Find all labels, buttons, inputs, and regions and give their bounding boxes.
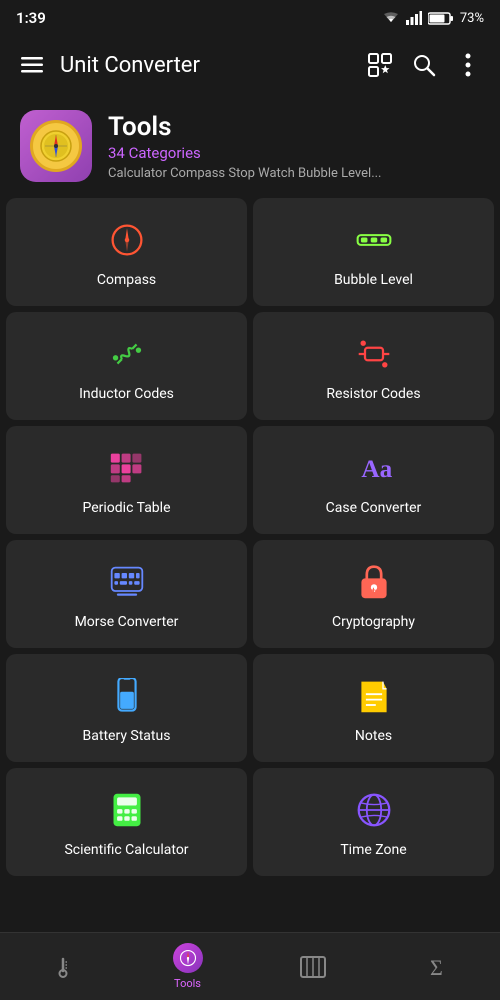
compass-nav-icon (179, 949, 197, 967)
bottom-nav: Tools Σ (0, 932, 500, 1000)
more-icon (465, 53, 471, 77)
thermometer-icon (51, 955, 75, 979)
nav-item-library[interactable] (250, 933, 375, 1000)
grid-item-morse-converter[interactable]: Morse Converter (6, 540, 247, 648)
header-subtitle: 34 Categories (108, 144, 382, 162)
header-text: Tools 34 Categories Calculator Compass S… (108, 112, 382, 181)
app-bar-title: Unit Converter (60, 53, 360, 78)
status-bar: 1:39 73% (0, 0, 500, 36)
status-icons: 73% (382, 11, 484, 26)
signal-icon (406, 11, 422, 25)
time-zone-label: Time Zone (340, 842, 406, 858)
inductor-codes-label: Inductor Codes (79, 386, 174, 402)
app-bar-actions (360, 45, 488, 85)
compass-large-icon (39, 129, 73, 163)
battery-level: 73% (460, 11, 484, 26)
periodic-table-label: Periodic Table (82, 500, 170, 516)
grid-item-inductor-codes[interactable]: Inductor Codes (6, 312, 247, 420)
grid-item-periodic-table[interactable]: Periodic Table (6, 426, 247, 534)
grid-item-compass[interactable]: Compass (6, 198, 247, 306)
nav-item-temperature[interactable] (0, 933, 125, 1000)
search-icon (412, 53, 436, 77)
tools-icon-wrap (20, 110, 92, 182)
notes-icon (352, 674, 396, 718)
tools-icon-inner (30, 120, 82, 172)
scientific-calculator-icon (105, 788, 149, 832)
compass-label: Compass (97, 272, 156, 288)
inductor-codes-icon (105, 332, 149, 376)
svg-text:Aa: Aa (361, 456, 392, 483)
grid-item-case-converter[interactable]: Aa Case Converter (253, 426, 494, 534)
more-button[interactable] (448, 45, 488, 85)
grid-item-battery-status[interactable]: Battery Status (6, 654, 247, 762)
header-title: Tools (108, 112, 382, 142)
grid-item-time-zone[interactable]: Time Zone (253, 768, 494, 876)
grid-item-notes[interactable]: Notes (253, 654, 494, 762)
svg-text:+: + (371, 585, 376, 595)
bubble-level-icon (352, 218, 396, 262)
battery-status-label: Battery Status (83, 728, 171, 744)
svg-text:Σ: Σ (430, 955, 443, 979)
nav-label-tools: Tools (174, 977, 201, 990)
morse-converter-label: Morse Converter (75, 614, 179, 630)
grid-item-scientific-calculator[interactable]: Scientific Calculator (6, 768, 247, 876)
header-description: Calculator Compass Stop Watch Bubble Lev… (108, 166, 382, 181)
case-converter-label: Case Converter (326, 500, 422, 516)
cryptography-label: Cryptography (332, 614, 415, 630)
search-button[interactable] (404, 45, 444, 85)
scientific-calculator-label: Scientific Calculator (64, 842, 188, 858)
grid-item-cryptography[interactable]: + Cryptography (253, 540, 494, 648)
nav-item-tools[interactable]: Tools (125, 933, 250, 1000)
grid-item-bubble-level[interactable]: Bubble Level (253, 198, 494, 306)
menu-button[interactable] (12, 45, 52, 85)
resistor-codes-icon (352, 332, 396, 376)
case-converter-icon: Aa (352, 446, 396, 490)
nav-item-sum[interactable]: Σ (375, 933, 500, 1000)
library-icon (300, 956, 326, 978)
battery-icon (428, 12, 454, 25)
app-bar: Unit Converter (0, 36, 500, 94)
sigma-icon: Σ (426, 955, 450, 979)
time-zone-icon (352, 788, 396, 832)
notes-label: Notes (355, 728, 392, 744)
tools-nav-icon (173, 943, 203, 973)
tools-grid: Compass Bubble Level Inductor Codes Resi… (0, 198, 500, 876)
status-time: 1:39 (16, 9, 46, 27)
header-card: Tools 34 Categories Calculator Compass S… (0, 94, 500, 198)
bubble-level-label: Bubble Level (334, 272, 413, 288)
cryptography-icon: + (352, 560, 396, 604)
morse-converter-icon (105, 560, 149, 604)
periodic-table-icon (105, 446, 149, 490)
grid-star-icon (367, 52, 393, 78)
grid-item-resistor-codes[interactable]: Resistor Codes (253, 312, 494, 420)
grid-star-button[interactable] (360, 45, 400, 85)
compass-icon (105, 218, 149, 262)
wifi-icon (382, 11, 400, 25)
menu-icon (21, 57, 43, 73)
battery-status-icon (105, 674, 149, 718)
resistor-codes-label: Resistor Codes (326, 386, 420, 402)
